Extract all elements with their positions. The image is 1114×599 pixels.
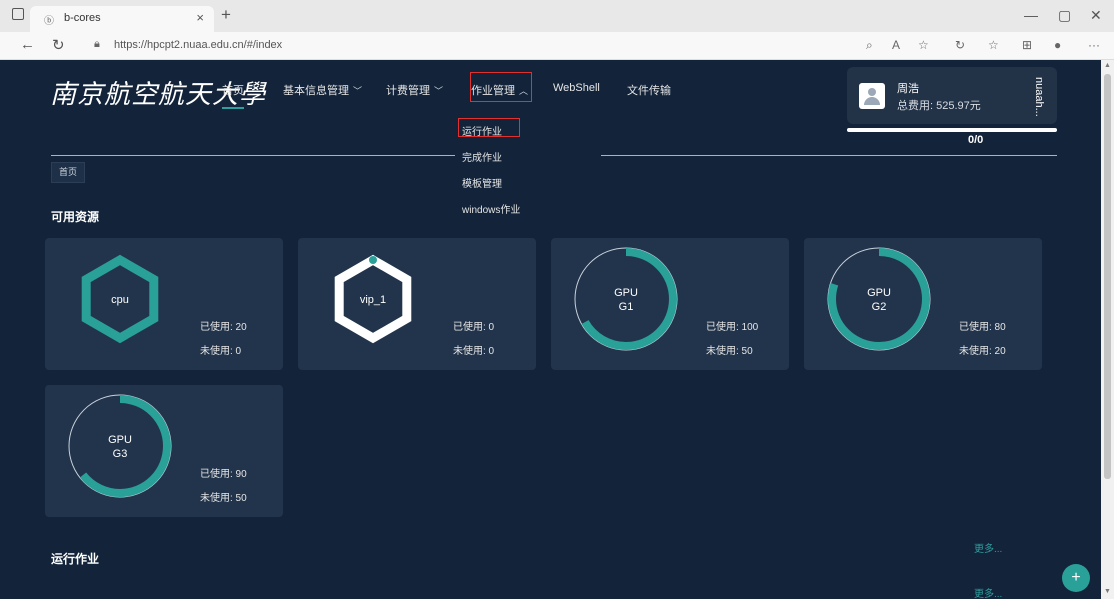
favorites-icon[interactable]: ☆	[988, 38, 999, 52]
resource-gauge: GPU G1	[574, 247, 678, 351]
unused-stat: 未使用: 20	[959, 346, 1006, 357]
divider-left	[51, 155, 455, 156]
ring-usage-arc	[575, 248, 677, 350]
nav-home-label: 首页	[222, 85, 244, 97]
browser-tab-bar: ⓑ b-cores × + — ▢ ✕	[0, 0, 1114, 32]
gauge-label: cpu	[111, 294, 129, 306]
resource-card-gpu-g3: GPU G3 已使用: 90 未使用: 50	[45, 385, 283, 517]
gauge-label: G2	[872, 301, 887, 313]
tab-close-icon[interactable]: ×	[196, 10, 204, 25]
resource-gauge: cpu	[81, 254, 159, 344]
gauge-label: GPU	[108, 434, 132, 446]
lock-icon[interactable]: 🔒︎	[94, 38, 100, 51]
gauge-label: GPU	[867, 287, 891, 299]
refresh-icon[interactable]: ↻	[52, 36, 65, 54]
window-menu-icon[interactable]	[12, 8, 24, 20]
ring-usage-arc	[69, 395, 171, 497]
url-field[interactable]: https://hpcpt2.nuaa.edu.cn/#/index	[114, 39, 282, 51]
gauge-label: G3	[113, 448, 128, 460]
restore-icon[interactable]: ▢	[1058, 7, 1071, 24]
page-content: 南京航空航天大學 首页 基本信息管理 ﹀ 计费管理 ﹀ 作业管理 ︿ WebShell…	[0, 60, 1101, 599]
resource-card-cpu: cpu 已使用: 20 未使用: 0	[45, 238, 283, 370]
gauge-label: GPU	[614, 287, 638, 299]
chevron-down-icon: ﹀	[434, 86, 444, 96]
favorite-star-icon[interactable]: ☆	[918, 38, 929, 52]
close-window-icon[interactable]: ✕	[1090, 7, 1102, 24]
nav-file-transfer[interactable]: 文件传输	[627, 82, 671, 98]
user-account: nuaah...	[1033, 77, 1045, 117]
resource-card-gpu-g2: GPU G2 已使用: 80 未使用: 20	[804, 238, 1042, 370]
resource-gauge: GPU G3	[68, 394, 172, 498]
gauge-label: G1	[619, 301, 634, 313]
gauge-start-dot	[369, 256, 377, 264]
nav-home[interactable]: 首页	[222, 82, 244, 109]
used-stat: 已使用: 100	[706, 322, 759, 333]
search-icon[interactable]: ⌕	[866, 38, 873, 53]
user-card[interactable]: 周浩 总费用: 525.97元 nuaah...	[847, 67, 1057, 124]
nav-webshell[interactable]: WebShell	[553, 82, 600, 94]
tab-favicon-icon: ⓑ	[44, 16, 54, 27]
used-stat: 已使用: 90	[200, 469, 247, 480]
collections-icon[interactable]: ⊞	[1022, 38, 1032, 52]
breadcrumb[interactable]: 首页	[51, 162, 85, 183]
back-icon[interactable]: ←	[20, 36, 35, 53]
avatar	[859, 83, 885, 109]
nav-billing-label: 计费管理	[386, 85, 430, 97]
menu-item-templates[interactable]: 模板管理	[462, 175, 502, 190]
nav-highlight-box	[470, 72, 532, 102]
divider-right	[601, 155, 1057, 156]
nav-billing[interactable]: 计费管理 ﹀	[386, 82, 443, 98]
running-jobs-more-link[interactable]: 更多...	[974, 540, 1002, 555]
address-bar: ← ↻ 🔒︎ https://hpcpt2.nuaa.edu.cn/#/inde…	[0, 32, 1114, 60]
new-tab-icon[interactable]: +	[221, 5, 231, 25]
ring-usage-arc	[828, 248, 930, 350]
job-dropdown-menu: 运行作业 完成作业 模板管理 windows作业	[455, 116, 601, 226]
unused-stat: 未使用: 50	[200, 493, 247, 504]
profile-icon[interactable]: ●	[1054, 38, 1061, 52]
queue-more-link[interactable]: 更多...	[974, 585, 1002, 599]
scroll-down-icon[interactable]: ▼	[1104, 588, 1111, 595]
refresh-extension-icon[interactable]: ↻	[955, 38, 965, 52]
scrollbar-thumb[interactable]	[1104, 74, 1111, 479]
user-total-fee: 总费用: 525.97元	[897, 100, 981, 112]
gauge-label: vip_1	[360, 294, 386, 306]
menu-item-completed-jobs[interactable]: 完成作业	[462, 149, 502, 164]
used-stat: 已使用: 0	[453, 322, 495, 333]
resource-card-gpu-g1: GPU G1 已使用: 100 未使用: 50	[551, 238, 789, 370]
unused-stat: 未使用: 0	[453, 346, 495, 357]
unused-stat: 未使用: 0	[200, 346, 242, 357]
minimize-icon[interactable]: —	[1024, 7, 1038, 23]
menu-item-running-jobs[interactable]: 运行作业	[462, 123, 502, 138]
unused-stat: 未使用: 50	[706, 346, 753, 357]
resource-gauge: GPU G2	[827, 247, 931, 351]
usage-progress-bar	[847, 128, 1057, 132]
resources-title: 可用资源	[51, 210, 100, 224]
resource-gauge: vip_1	[334, 254, 412, 344]
read-aloud-icon[interactable]: A	[892, 38, 900, 52]
used-stat: 已使用: 80	[959, 322, 1006, 333]
user-name: 周浩	[897, 83, 919, 95]
tab-title: b-cores	[64, 12, 101, 24]
running-jobs-title: 运行作业	[51, 552, 100, 566]
scrollbar[interactable]: ▲ ▼	[1101, 60, 1114, 599]
more-options-icon[interactable]: ···	[1088, 38, 1100, 52]
add-button[interactable]: +	[1062, 564, 1090, 592]
usage-progress-label: 0/0	[968, 134, 984, 146]
resource-card-vip: vip_1 已使用: 0 未使用: 0	[298, 238, 536, 370]
nav-webshell-label: WebShell	[553, 82, 600, 94]
nav-file-transfer-label: 文件传输	[627, 85, 671, 97]
scroll-up-icon[interactable]: ▲	[1104, 62, 1111, 69]
menu-item-windows-jobs[interactable]: windows作业	[462, 201, 520, 216]
nav-basic-info-label: 基本信息管理	[283, 85, 349, 97]
chevron-down-icon: ﹀	[353, 86, 363, 96]
browser-tab[interactable]: ⓑ b-cores ×	[30, 6, 214, 32]
nav-basic-info[interactable]: 基本信息管理 ﹀	[283, 82, 362, 98]
used-stat: 已使用: 20	[200, 322, 247, 333]
